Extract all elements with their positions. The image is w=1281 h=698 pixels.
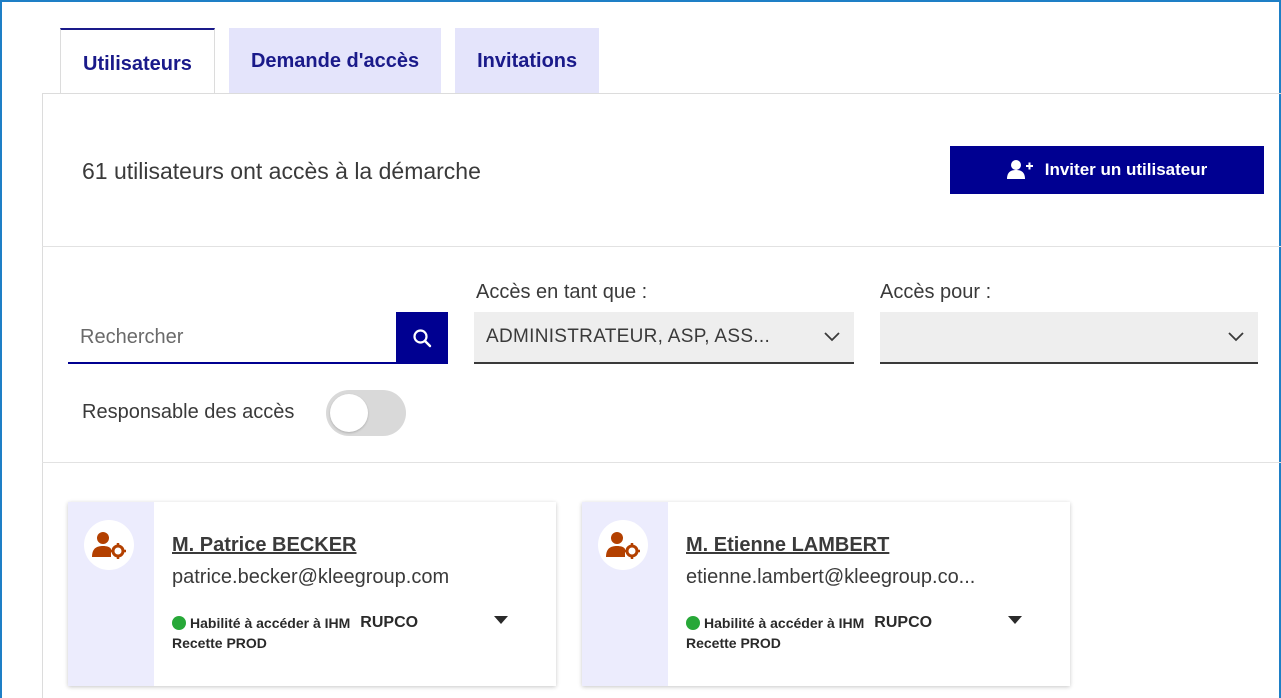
user-count-text: 61 utilisateurs ont accès à la démarche: [82, 158, 481, 184]
environment-name: Recette PROD: [686, 635, 781, 651]
avatar: [598, 520, 648, 570]
habilitation-status: Habilité à accéder à IHM RUPCO: [686, 614, 932, 632]
search-button[interactable]: [396, 312, 448, 364]
tab-utilisateurs[interactable]: Utilisateurs: [60, 28, 215, 94]
environment-name: Recette PROD: [172, 635, 267, 651]
scope-filter-label: Accès pour :: [880, 281, 992, 303]
user-admin-icon: [92, 532, 126, 559]
user-admin-icon: [606, 532, 640, 559]
toggle-knob: [330, 394, 368, 432]
user-email: patrice.becker@kleegroup.com: [172, 566, 450, 588]
user-card: M. Etienne LAMBERT etienne.lambert@kleeg…: [582, 502, 1070, 686]
search-icon: [413, 329, 432, 348]
tab-underline: [42, 93, 1281, 94]
scope-filter-select[interactable]: [880, 312, 1258, 364]
search-input[interactable]: [68, 312, 396, 364]
tab-demande-acces[interactable]: Demande d'accès: [228, 28, 442, 94]
invite-user-button[interactable]: Inviter un utilisateur: [950, 146, 1264, 194]
habilitation-text: Habilité à accéder à IHM: [190, 615, 351, 631]
status-dot-icon: [172, 616, 186, 630]
habilitation-text: Habilité à accéder à IHM: [704, 615, 865, 631]
chevron-down-icon: [1228, 332, 1244, 342]
tab-bar: Utilisateurs Demande d'accès Invitations: [60, 28, 600, 94]
role-filter-label: Accès en tant que :: [476, 281, 648, 303]
add-user-icon: [1006, 160, 1033, 179]
habilitation-status: Habilité à accéder à IHM RUPCO: [172, 614, 418, 632]
application-name: RUPCO: [874, 614, 933, 631]
user-name-link[interactable]: M. Etienne LAMBERT: [686, 534, 889, 557]
section-divider: [42, 246, 1281, 247]
access-manager-toggle-label: Responsable des accès: [82, 401, 295, 423]
section-divider: [42, 462, 1281, 463]
avatar: [84, 520, 134, 570]
application-name: RUPCO: [360, 614, 419, 631]
search-bar: [68, 312, 448, 364]
role-filter-value: ADMINISTRATEUR, ASP, ASS...: [486, 326, 771, 347]
user-card: M. Patrice BECKER patrice.becker@kleegro…: [68, 502, 556, 686]
status-dot-icon: [686, 616, 700, 630]
caret-down-icon[interactable]: [1008, 616, 1022, 624]
tab-invitations[interactable]: Invitations: [455, 28, 600, 94]
caret-down-icon[interactable]: [494, 616, 508, 624]
panel-border: [42, 93, 43, 698]
user-email: etienne.lambert@kleegroup.co...: [686, 566, 976, 588]
user-name-link[interactable]: M. Patrice BECKER: [172, 534, 357, 557]
role-filter-select[interactable]: ADMINISTRATEUR, ASP, ASS...: [474, 312, 854, 364]
chevron-down-icon: [824, 332, 840, 342]
invite-user-label: Inviter un utilisateur: [1044, 160, 1208, 179]
access-manager-toggle[interactable]: [326, 390, 406, 436]
